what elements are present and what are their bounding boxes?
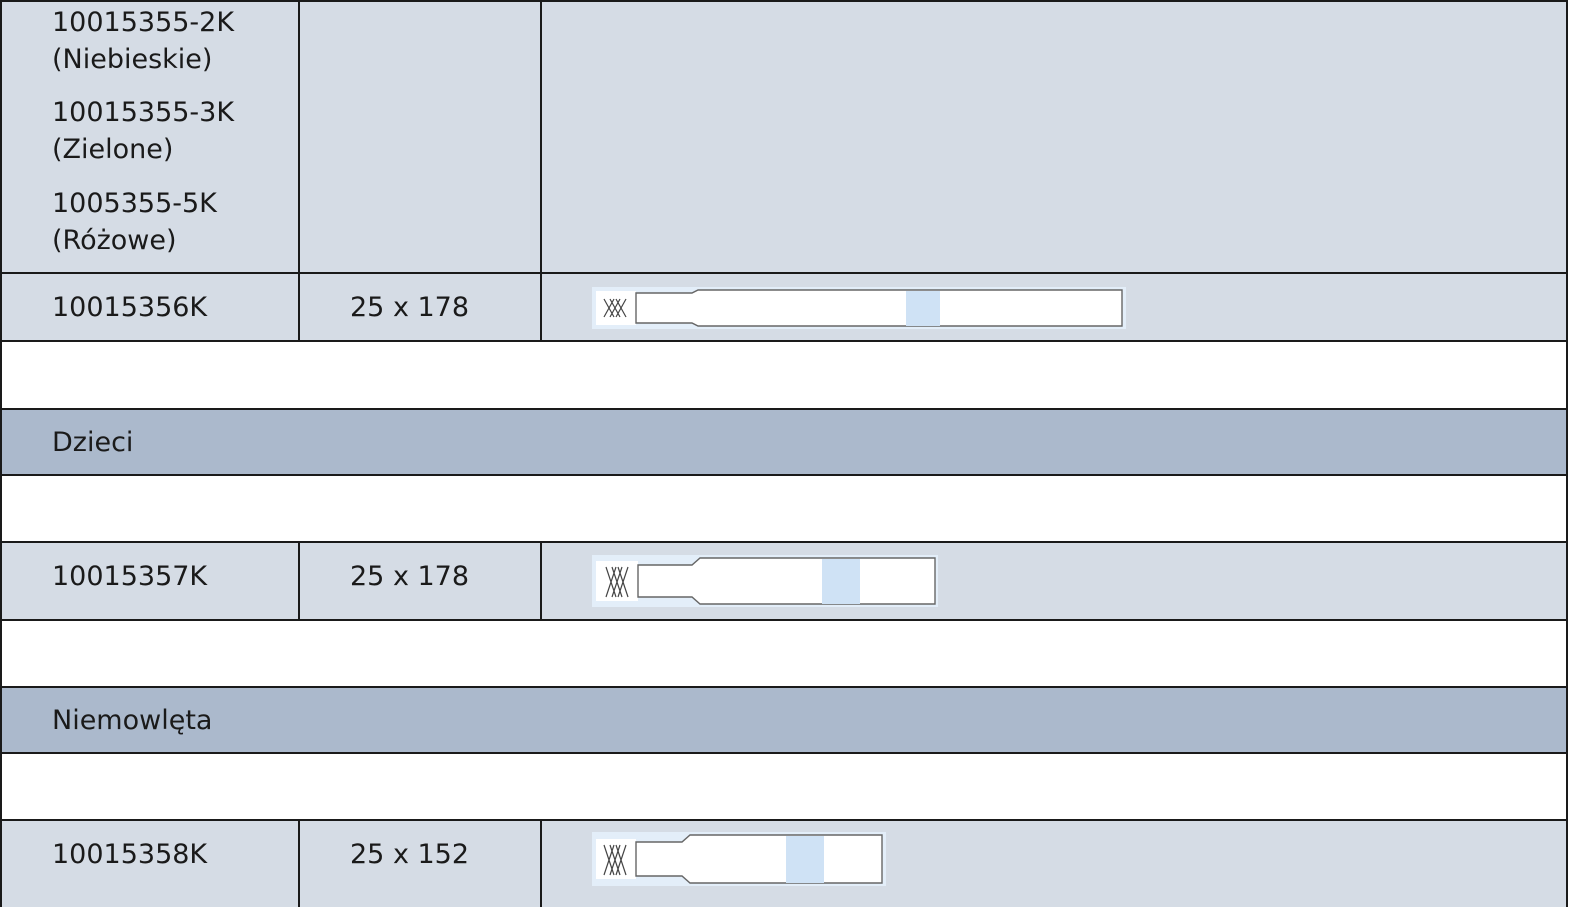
product-code: 1005355-5K [52, 188, 217, 219]
section-header [0, 409, 1568, 475]
wristband-image [592, 832, 886, 886]
section-header [0, 687, 1568, 753]
wristband-image [592, 555, 938, 607]
product-size: 25 x 178 [350, 292, 470, 323]
product-color: (Różowe) [52, 225, 177, 256]
product-color: (Zielone) [52, 134, 174, 165]
blank-row [0, 620, 1568, 687]
blank-row [0, 475, 1568, 542]
table-row [0, 0, 1568, 273]
product-code: 10015356K [52, 292, 208, 323]
section-title: Niemowlęta [52, 705, 213, 736]
product-code: 10015355-3K [52, 97, 235, 128]
product-color: (Niebieskie) [52, 44, 213, 75]
blank-row [0, 341, 1568, 409]
product-size: 25 x 178 [350, 561, 470, 592]
section-title: Dzieci [52, 427, 134, 458]
product-code: 10015355-2K [52, 7, 235, 38]
blank-row [0, 753, 1568, 820]
product-size: 25 x 152 [350, 839, 470, 870]
wristband-image [592, 287, 1126, 329]
product-code: 10015357K [52, 561, 208, 592]
product-code: 10015358K [52, 839, 208, 870]
